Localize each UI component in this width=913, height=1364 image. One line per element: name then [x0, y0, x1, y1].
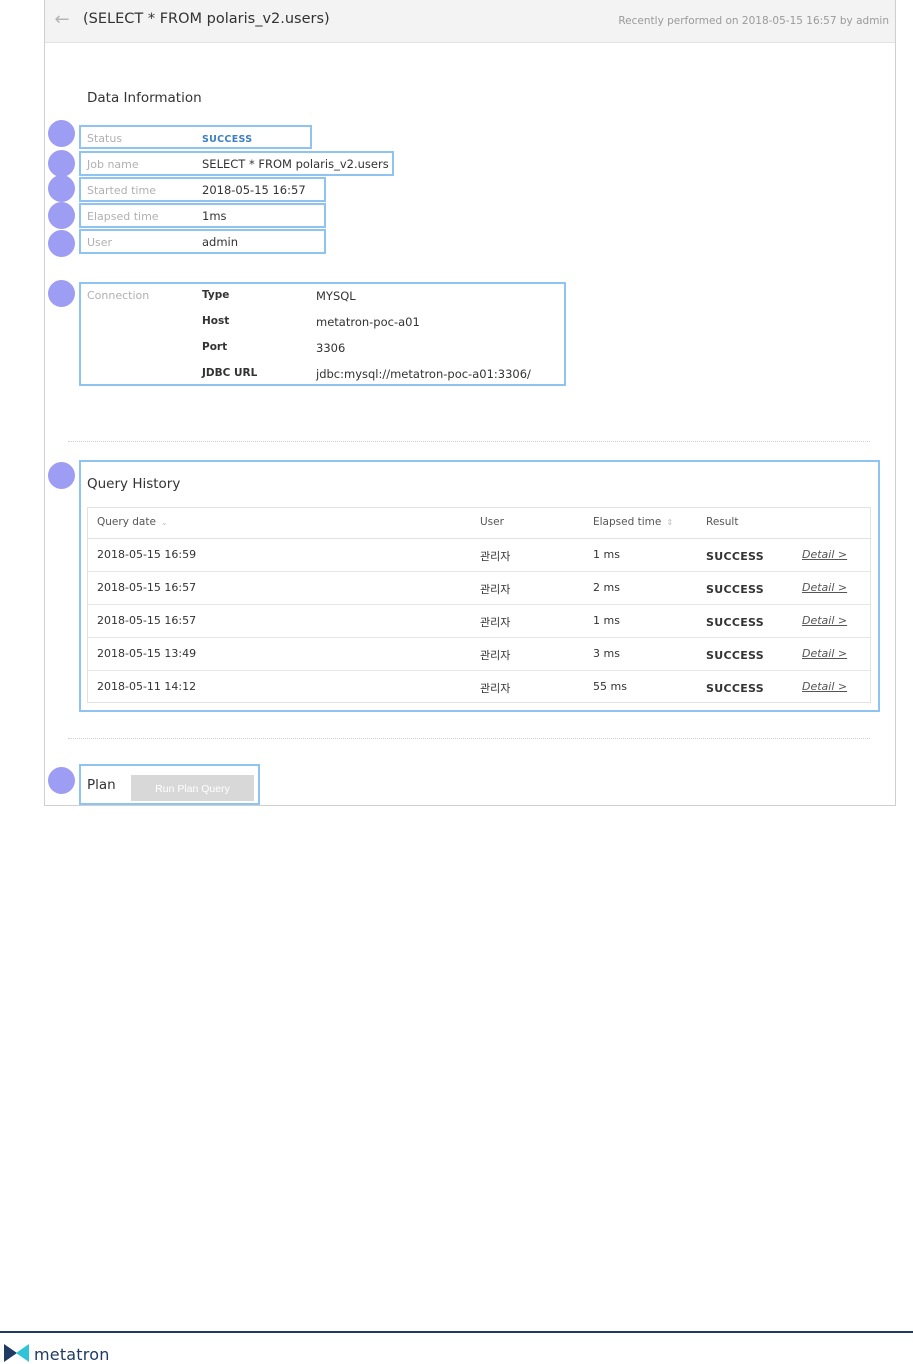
detail-link[interactable]: Detail > [802, 581, 847, 594]
user-value: admin [202, 235, 239, 249]
elapsed-cell: 1 ms [593, 614, 620, 627]
annotation-marker [48, 462, 75, 489]
query-date-cell: 2018-05-15 16:59 [97, 548, 197, 561]
result-cell: SUCCESS [706, 682, 764, 695]
user-cell: 관리자 [480, 550, 511, 563]
elapsed-cell: 3 ms [593, 647, 620, 660]
detail-link[interactable]: Detail > [802, 680, 847, 693]
connection-host-key: Host [202, 315, 230, 327]
user-cell: 관리자 [480, 682, 511, 695]
elapsed-time-value: 1ms [202, 209, 227, 223]
run-plan-query-button[interactable]: Run Plan Query [131, 775, 254, 801]
elapsed-time-label: Elapsed time [87, 210, 159, 223]
sort-updown-icon[interactable]: ⇕ [666, 518, 673, 527]
connection-type-value: MYSQL [316, 289, 356, 303]
table-header: Query date ⌄ User Elapsed time ⇕ Result [88, 508, 870, 539]
result-cell: SUCCESS [706, 583, 764, 596]
query-history-table: Query date ⌄ User Elapsed time ⇕ Result 20… [87, 507, 871, 703]
elapsed-cell: 1 ms [593, 548, 620, 561]
result-cell: SUCCESS [706, 550, 764, 563]
annotation-marker [48, 120, 75, 147]
column-header-query-date[interactable]: Query date ⌄ [97, 516, 168, 528]
query-date-cell: 2018-05-11 14:12 [97, 680, 197, 693]
query-date-cell: 2018-05-15 13:49 [97, 647, 197, 660]
status-label: Status [87, 132, 123, 145]
arrow-left-icon[interactable]: ← [50, 8, 74, 32]
elapsed-cell: 55 ms [593, 680, 627, 693]
user-cell: 관리자 [480, 616, 511, 629]
annotation-marker [48, 767, 75, 794]
table-row: 2018-05-11 14:12 관리자 55 ms SUCCESS Detai… [88, 670, 870, 703]
table-row: 2018-05-15 16:57 관리자 1 ms SUCCESS Detail… [88, 604, 870, 638]
table-row: 2018-05-15 13:49 관리자 3 ms SUCCESS Detail… [88, 637, 870, 671]
connection-url-key: JDBC URL [202, 367, 258, 379]
last-performed-info: Recently performed on 2018-05-15 16:57 b… [618, 15, 889, 27]
status-badge: SUCCESS [202, 134, 253, 145]
user-label: User [87, 236, 113, 249]
query-history-title: Query History [87, 476, 181, 492]
connection-label: Connection [87, 289, 150, 302]
annotation-marker [48, 230, 75, 257]
sort-down-icon[interactable]: ⌄ [161, 518, 168, 527]
column-header-elapsed-time[interactable]: Elapsed time ⇕ [593, 516, 673, 528]
annotation-marker [48, 202, 75, 229]
detail-link[interactable]: Detail > [802, 548, 847, 561]
brand-logo-text: metatron [34, 1345, 110, 1364]
column-header-label: Query date [97, 516, 156, 528]
section-divider [68, 441, 870, 442]
annotation-marker [48, 280, 75, 307]
plan-title: Plan [87, 777, 116, 793]
section-divider [68, 738, 870, 739]
connection-host-value: metatron-poc-a01 [316, 315, 420, 329]
started-time-label: Started time [87, 184, 156, 197]
column-header-result: Result [706, 516, 739, 528]
page-title: (SELECT * FROM polaris_v2.users) [83, 11, 330, 27]
job-name-label: Job name [87, 158, 139, 171]
job-name-value: SELECT * FROM polaris_v2.users [202, 157, 389, 171]
table-row: 2018-05-15 16:57 관리자 2 ms SUCCESS Detail… [88, 571, 870, 605]
user-cell: 관리자 [480, 583, 511, 596]
footer-divider [0, 1331, 913, 1333]
connection-port-value: 3306 [316, 341, 346, 355]
detail-link[interactable]: Detail > [802, 614, 847, 627]
query-date-cell: 2018-05-15 16:57 [97, 581, 197, 594]
query-date-cell: 2018-05-15 16:57 [97, 614, 197, 627]
column-header-label: Elapsed time [593, 516, 662, 528]
elapsed-cell: 2 ms [593, 581, 620, 594]
connection-url-value: jdbc:mysql://metatron-poc-a01:3306/ [316, 367, 531, 381]
user-cell: 관리자 [480, 649, 511, 662]
data-information-title: Data Information [87, 90, 202, 106]
detail-link[interactable]: Detail > [802, 647, 847, 660]
result-cell: SUCCESS [706, 616, 764, 629]
column-header-user: User [480, 516, 504, 528]
annotation-marker [48, 175, 75, 202]
metatron-logo-icon [4, 1344, 29, 1362]
header-bar: ← (SELECT * FROM polaris_v2.users) Recen… [45, 0, 895, 43]
connection-port-key: Port [202, 341, 228, 353]
started-time-value: 2018-05-15 16:57 [202, 183, 306, 197]
table-row: 2018-05-15 16:59 관리자 1 ms SUCCESS Detail… [88, 538, 870, 572]
connection-type-key: Type [202, 289, 230, 301]
result-cell: SUCCESS [706, 649, 764, 662]
annotation-marker [48, 150, 75, 177]
